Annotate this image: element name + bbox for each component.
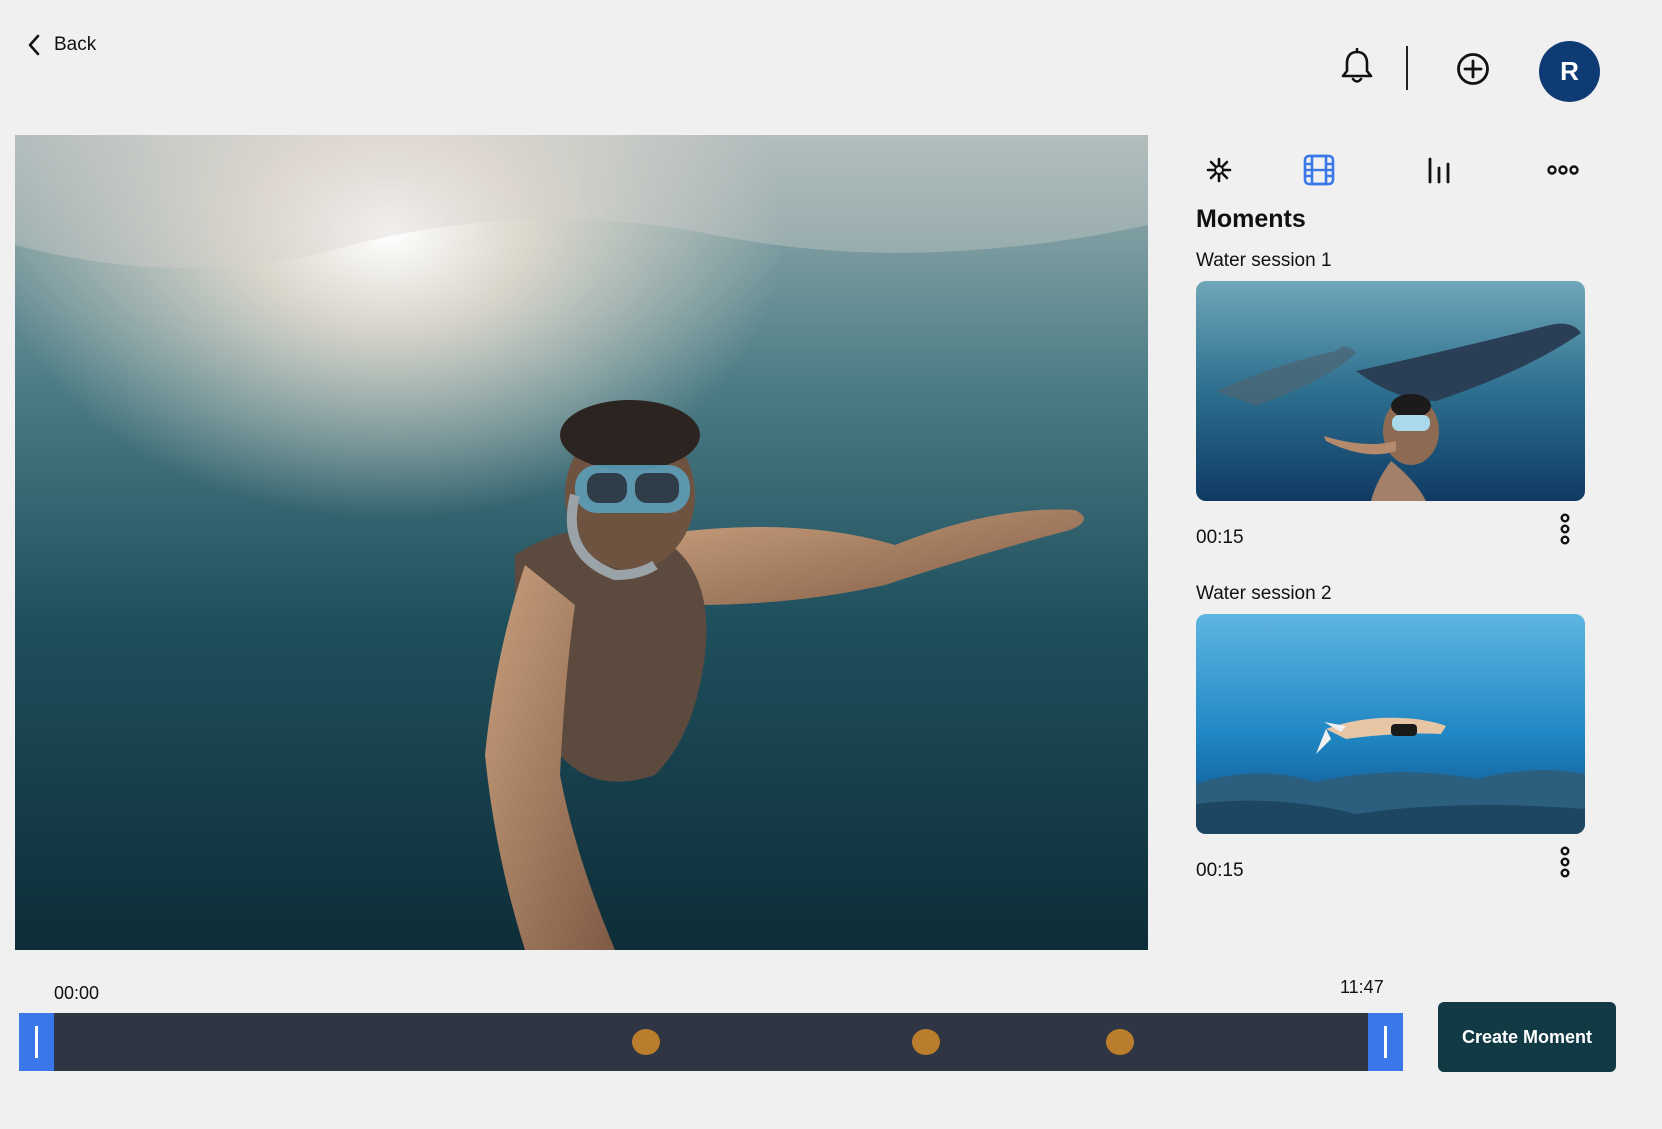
- back-button[interactable]: Back: [26, 34, 96, 56]
- bell-icon[interactable]: [1340, 48, 1374, 86]
- moment-1-menu[interactable]: [1555, 512, 1575, 546]
- bar-chart-icon: [1428, 157, 1450, 184]
- header-divider: [1406, 46, 1408, 90]
- tab-moments[interactable]: [1299, 150, 1339, 190]
- moments-title: Moments: [1196, 205, 1306, 233]
- tab-effects[interactable]: [1199, 150, 1239, 190]
- timeline-moment-marker[interactable]: [632, 1029, 660, 1055]
- timeline-moment-marker[interactable]: [912, 1029, 940, 1055]
- more-vertical-icon: [1560, 846, 1570, 878]
- create-moment-button[interactable]: Create Moment: [1438, 1002, 1616, 1072]
- video-player[interactable]: [15, 135, 1148, 950]
- moment-2-label: Water session 2: [1196, 583, 1332, 604]
- film-icon: [1303, 154, 1335, 186]
- more-vertical-icon: [1560, 513, 1570, 545]
- timeline-moment-marker[interactable]: [1106, 1029, 1134, 1055]
- sparkle-icon: [1206, 157, 1232, 183]
- chevron-left-icon: [28, 34, 40, 56]
- moment-2-thumbnail[interactable]: [1196, 614, 1585, 834]
- add-circle-icon[interactable]: [1456, 52, 1490, 86]
- moment-1-label: Water session 1: [1196, 250, 1332, 271]
- timeline-start-handle[interactable]: [19, 1013, 54, 1071]
- timeline-track[interactable]: [19, 1013, 1403, 1071]
- moment-1-thumbnail[interactable]: [1196, 281, 1585, 501]
- moment-2-duration: 00:15: [1196, 860, 1244, 881]
- moment-2-image: [1196, 614, 1585, 834]
- user-avatar[interactable]: R: [1539, 41, 1600, 102]
- more-horizontal-icon: [1547, 165, 1579, 175]
- moment-1-duration: 00:15: [1196, 527, 1244, 548]
- tab-more[interactable]: [1543, 150, 1583, 190]
- tab-stats[interactable]: [1419, 150, 1459, 190]
- handle-grip: [1384, 1026, 1387, 1058]
- timeline-end-time: 11:47: [1340, 977, 1384, 997]
- timeline-start-time: 00:00: [54, 983, 100, 1003]
- timeline-end-handle[interactable]: [1368, 1013, 1403, 1071]
- moment-2-menu[interactable]: [1555, 845, 1575, 879]
- handle-grip: [35, 1026, 38, 1058]
- back-label: Back: [54, 34, 97, 55]
- video-frame-image: [15, 135, 1148, 950]
- moment-1-image: [1196, 281, 1585, 501]
